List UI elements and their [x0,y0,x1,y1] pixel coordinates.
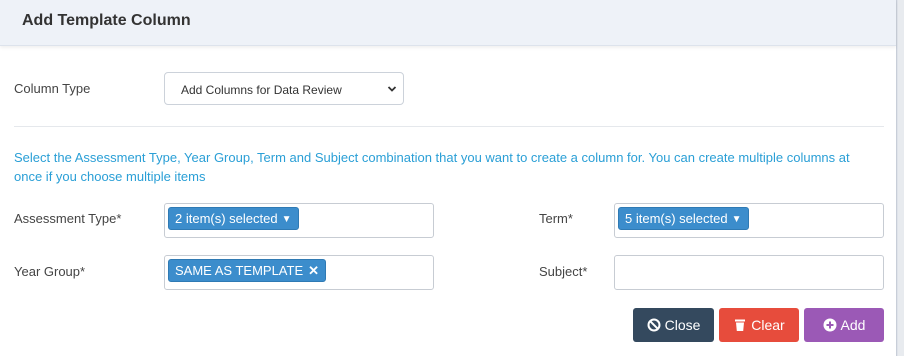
clear-button-label: Clear [751,317,785,333]
assessment-type-multiselect[interactable]: 2 item(s) selected ▼ [164,203,434,238]
year-group-label: Year Group* [14,264,86,279]
chevron-down-icon [387,86,397,92]
assessment-type-tag-text: 2 item(s) selected [175,211,278,226]
divider [14,126,884,127]
ban-icon [647,318,661,332]
close-button-label: Close [664,317,701,333]
year-group-multiselect[interactable]: SAME AS TEMPLATE ✕ [164,255,434,290]
term-tag[interactable]: 5 item(s) selected ▼ [618,207,749,230]
close-button[interactable]: Close [633,308,714,342]
assessment-type-label: Assessment Type* [14,211,122,226]
add-button[interactable]: Add [804,308,884,342]
plus-circle-icon [823,318,837,332]
column-type-value: Add Columns for Data Review [181,83,342,97]
year-group-tag: SAME AS TEMPLATE ✕ [168,259,327,282]
column-type-label: Column Type [14,81,91,96]
clear-button[interactable]: Clear [719,308,799,342]
add-template-column-modal: Add Template Column Column Type Add Colu… [0,0,897,356]
year-group-tag-text: SAME AS TEMPLATE [175,263,304,278]
info-text: Select the Assessment Type, Year Group, … [14,150,850,184]
assessment-type-tag[interactable]: 2 item(s) selected ▼ [168,207,299,230]
modal-title: Add Template Column [22,12,191,29]
background-edge [898,0,904,356]
modal-header: Add Template Column [0,0,896,46]
term-label: Term* [539,211,573,226]
caret-down-icon: ▼ [281,214,292,225]
column-type-select[interactable]: Add Columns for Data Review [164,72,404,105]
term-tag-text: 5 item(s) selected [625,211,728,226]
trash-icon [735,319,746,331]
caret-down-icon: ▼ [731,214,742,225]
add-button-label: Add [840,317,866,333]
subject-label: Subject* [539,264,588,279]
term-multiselect[interactable]: 5 item(s) selected ▼ [614,203,884,238]
subject-multiselect[interactable] [614,255,884,290]
remove-tag-icon[interactable]: ✕ [308,260,319,281]
